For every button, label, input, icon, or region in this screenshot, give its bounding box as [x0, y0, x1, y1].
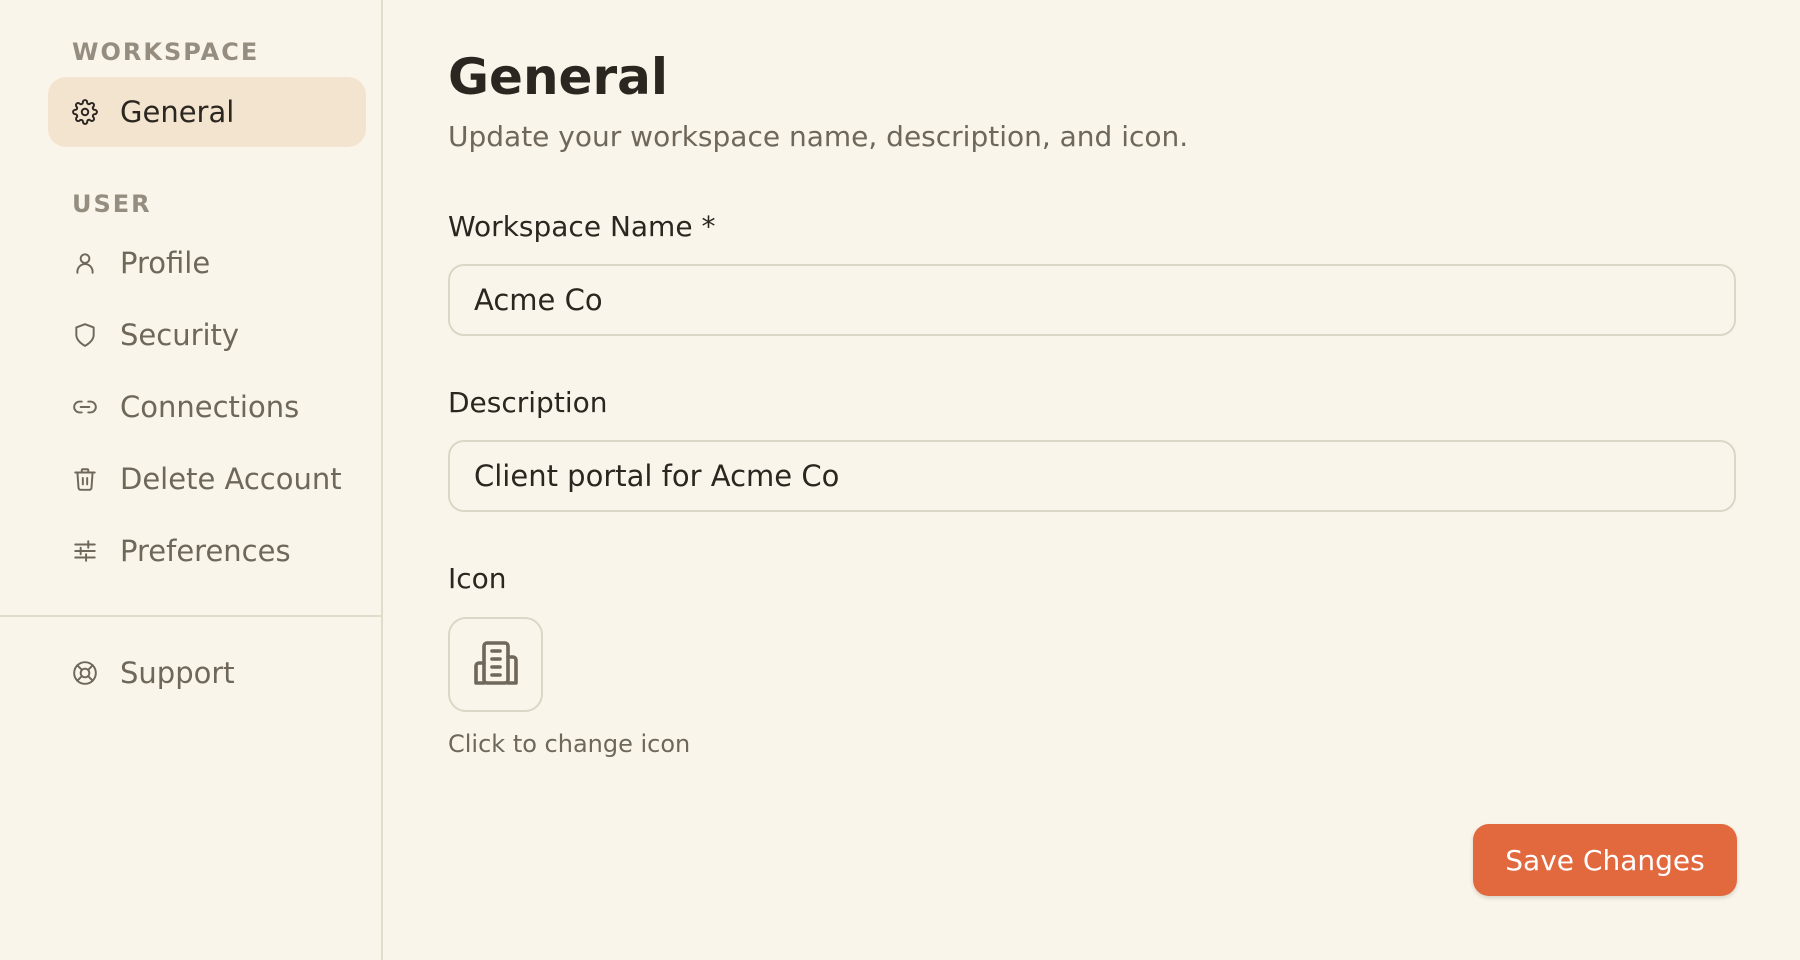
user-icon — [72, 250, 98, 276]
icon-hint: Click to change icon — [448, 730, 691, 758]
save-button[interactable]: Save Changes — [1473, 824, 1737, 896]
settings-app: WORKSPACE General USER Profile Security … — [0, 0, 1800, 960]
sidebar: WORKSPACE General USER Profile Security … — [0, 0, 383, 960]
sidebar-item-profile[interactable]: Profile — [48, 228, 366, 298]
sidebar-item-delete-account[interactable]: Delete Account — [48, 444, 366, 514]
link-icon — [72, 394, 98, 420]
sliders-icon — [72, 538, 98, 564]
trash-icon — [72, 466, 98, 492]
sidebar-item-label: Security — [120, 318, 240, 352]
lifebuoy-icon — [72, 660, 98, 686]
sidebar-item-label: Preferences — [120, 534, 291, 568]
icon-picker-button[interactable] — [448, 617, 543, 712]
main-content: General Update your workspace name, desc… — [383, 0, 1800, 960]
sidebar-item-support[interactable]: Support — [48, 638, 366, 708]
gear-icon — [72, 99, 98, 125]
sidebar-item-general[interactable]: General — [48, 77, 366, 147]
description-label: Description — [448, 386, 608, 419]
icon-label: Icon — [448, 562, 507, 595]
sidebar-item-label: Support — [120, 656, 235, 690]
sidebar-item-preferences[interactable]: Preferences — [48, 516, 366, 586]
workspace-name-label: Workspace Name * — [448, 210, 716, 243]
building-icon — [472, 639, 520, 691]
sidebar-item-label: Profile — [120, 246, 211, 280]
user-section-label: USER — [72, 190, 152, 218]
shield-icon — [72, 322, 98, 348]
sidebar-item-label: Connections — [120, 390, 300, 424]
workspace-name-input[interactable] — [448, 264, 1736, 336]
page-subtitle: Update your workspace name, description,… — [448, 120, 1189, 153]
workspace-section-label: WORKSPACE — [72, 38, 260, 66]
description-input[interactable] — [448, 440, 1736, 512]
sidebar-item-connections[interactable]: Connections — [48, 372, 366, 442]
sidebar-item-security[interactable]: Security — [48, 300, 366, 370]
page-title: General — [448, 48, 668, 106]
sidebar-item-label: Delete Account — [120, 462, 342, 496]
sidebar-item-label: General — [120, 95, 235, 129]
sidebar-divider — [0, 615, 383, 617]
